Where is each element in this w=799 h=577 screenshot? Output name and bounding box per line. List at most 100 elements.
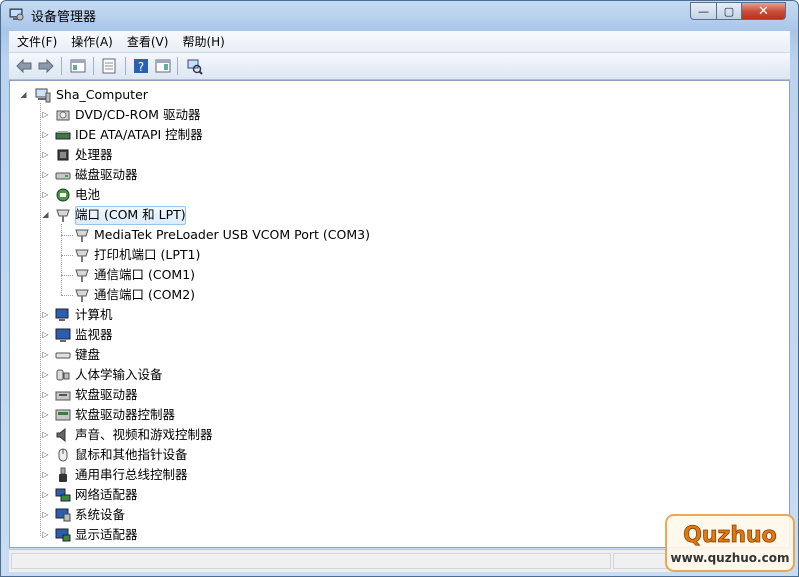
maximize-button[interactable]: ▢ xyxy=(716,2,742,20)
tree-item-label[interactable]: 软盘驱动器控制器 xyxy=(75,405,175,424)
tree-item-label[interactable]: 软盘驱动器 xyxy=(75,385,138,404)
tree-child-label[interactable]: MediaTek PreLoader USB VCOM Port (COM3) xyxy=(94,225,370,244)
floppy-controller-icon xyxy=(55,409,71,421)
expand-arrow-icon[interactable]: ▷ xyxy=(41,530,50,539)
maximize-icon: ▢ xyxy=(723,4,735,18)
floppy-drive-icon xyxy=(55,391,71,401)
svg-text:?: ? xyxy=(138,60,144,74)
port-icon xyxy=(75,229,89,242)
status-cell xyxy=(11,553,611,569)
tree-item-label[interactable]: 端口 (COM 和 LPT) xyxy=(75,205,186,224)
expand-arrow-icon[interactable]: ▷ xyxy=(41,370,50,379)
tree-child-label[interactable]: 通信端口 (COM1) xyxy=(94,265,195,284)
watermark-url: www.quzhuo.com xyxy=(671,551,790,565)
speaker-icon xyxy=(56,427,66,443)
expand-arrow-icon[interactable]: ▷ xyxy=(41,510,50,519)
tree-item-label[interactable]: 通用串行总线控制器 xyxy=(75,465,188,484)
forward-arrow-icon[interactable] xyxy=(37,57,55,75)
battery-icon xyxy=(56,188,70,202)
expand-arrow-icon[interactable]: ▷ xyxy=(41,390,50,399)
expand-arrow-icon[interactable]: ▷ xyxy=(41,110,50,119)
expand-arrow-icon[interactable]: ▷ xyxy=(41,490,50,499)
display-adapter-icon xyxy=(55,528,71,542)
expand-arrow-icon[interactable]: ▷ xyxy=(41,190,50,199)
watermark-brand: Quzhuo xyxy=(683,523,777,548)
toolbar-separator xyxy=(93,57,94,75)
port-icon xyxy=(75,269,89,282)
keyboard-icon xyxy=(55,352,71,359)
expand-arrow-icon[interactable]: ▷ xyxy=(41,410,50,419)
toolbar-separator xyxy=(61,57,62,75)
properties-icon[interactable] xyxy=(100,57,118,75)
minimize-icon: — xyxy=(698,4,709,18)
tree-item-label[interactable]: 显示适配器 xyxy=(75,525,138,544)
tree-root-label[interactable]: Sha_Computer xyxy=(56,85,148,104)
tree-item-label[interactable]: 鼠标和其他指针设备 xyxy=(75,445,188,464)
menu-bar: 文件(F) 操作(A) 查看(V) 帮助(H) xyxy=(9,31,790,53)
expand-arrow-icon[interactable]: ▷ xyxy=(41,470,50,479)
expand-arrow-icon[interactable]: ▷ xyxy=(41,350,50,359)
tree-item-label[interactable]: 键盘 xyxy=(75,345,100,364)
help-icon[interactable]: ? xyxy=(132,57,150,75)
expand-arrow-icon[interactable]: ▷ xyxy=(41,310,50,319)
port-icon xyxy=(56,209,70,222)
minimize-button[interactable]: — xyxy=(690,2,717,20)
tree-item-label[interactable]: 人体学输入设备 xyxy=(75,365,163,384)
device-manager-window: 设备管理器 — ▢ ✕ 文件(F) 操作(A) 查看(V) 帮助(H) ? ◢ xyxy=(0,0,799,577)
menu-file[interactable]: 文件(F) xyxy=(11,33,63,50)
monitor-icon xyxy=(55,328,71,342)
expand-arrow-icon[interactable]: ▷ xyxy=(41,450,50,459)
mouse-icon xyxy=(58,448,68,462)
tree-item-label[interactable]: 网络适配器 xyxy=(75,485,138,504)
menu-view[interactable]: 查看(V) xyxy=(121,33,175,50)
port-icon xyxy=(75,289,89,302)
close-button[interactable]: ✕ xyxy=(741,2,786,20)
tree-item-label[interactable]: 计算机 xyxy=(75,305,113,324)
tree-item-label[interactable]: 监视器 xyxy=(75,325,113,344)
menu-help[interactable]: 帮助(H) xyxy=(176,33,230,50)
tree-item-label[interactable]: 声音、视频和游戏控制器 xyxy=(75,425,213,444)
close-icon: ✕ xyxy=(758,3,769,19)
tree-item-label[interactable]: 电池 xyxy=(75,185,100,204)
scan-hardware-icon[interactable] xyxy=(185,57,203,75)
device-manager-icon xyxy=(9,8,24,21)
tree-item-label[interactable]: 磁盘驱动器 xyxy=(75,165,138,184)
tree-item-label[interactable]: 系统设备 xyxy=(75,505,125,524)
toolbar-separator xyxy=(125,57,126,75)
tree-item-label[interactable]: IDE ATA/ATAPI 控制器 xyxy=(75,125,203,144)
expand-arrow-icon[interactable]: ▷ xyxy=(41,430,50,439)
dvd-drive-icon xyxy=(56,110,70,121)
quzhuo-watermark: Quzhuo www.quzhuo.com xyxy=(665,514,795,572)
processor-icon xyxy=(57,149,69,161)
computer-icon xyxy=(35,88,51,103)
disk-drive-icon xyxy=(55,172,71,180)
tree-line xyxy=(61,235,73,236)
tree-child-label[interactable]: 通信端口 (COM2) xyxy=(94,285,195,304)
tree-item-label[interactable]: DVD/CD-ROM 驱动器 xyxy=(75,105,200,124)
back-arrow-icon[interactable] xyxy=(15,57,33,75)
title-bar[interactable]: 设备管理器 — ▢ ✕ xyxy=(1,1,798,27)
collapse-arrow-icon[interactable]: ◢ xyxy=(41,210,50,219)
tree-item-label[interactable]: 处理器 xyxy=(75,145,113,164)
usb-icon xyxy=(59,467,67,482)
expand-arrow-icon[interactable]: ▷ xyxy=(41,330,50,339)
expand-arrow-icon[interactable]: ▷ xyxy=(41,150,50,159)
menu-action[interactable]: 操作(A) xyxy=(65,33,119,50)
action-pane-icon[interactable] xyxy=(154,57,172,75)
tree-line xyxy=(61,295,73,296)
expand-arrow-icon[interactable]: ▷ xyxy=(41,170,50,179)
hid-icon xyxy=(56,369,70,381)
network-adapter-icon xyxy=(55,488,71,502)
tree-child-label[interactable]: 打印机端口 (LPT1) xyxy=(94,245,200,264)
port-icon xyxy=(75,249,89,262)
console-tree-icon[interactable] xyxy=(69,57,87,75)
toolbar: ? xyxy=(9,53,790,80)
window-title: 设备管理器 xyxy=(31,10,97,25)
collapse-arrow-icon[interactable]: ◢ xyxy=(19,90,28,99)
device-tree[interactable]: ◢ Sha_Computer ▷ DVD/CD-ROM 驱动器 ▷ IDE ATA/A… xyxy=(9,80,790,548)
system-device-icon xyxy=(55,508,71,522)
toolbar-separator xyxy=(177,57,178,75)
tree-line xyxy=(61,255,73,256)
computer-monitor-icon xyxy=(55,308,69,321)
expand-arrow-icon[interactable]: ▷ xyxy=(41,130,50,139)
